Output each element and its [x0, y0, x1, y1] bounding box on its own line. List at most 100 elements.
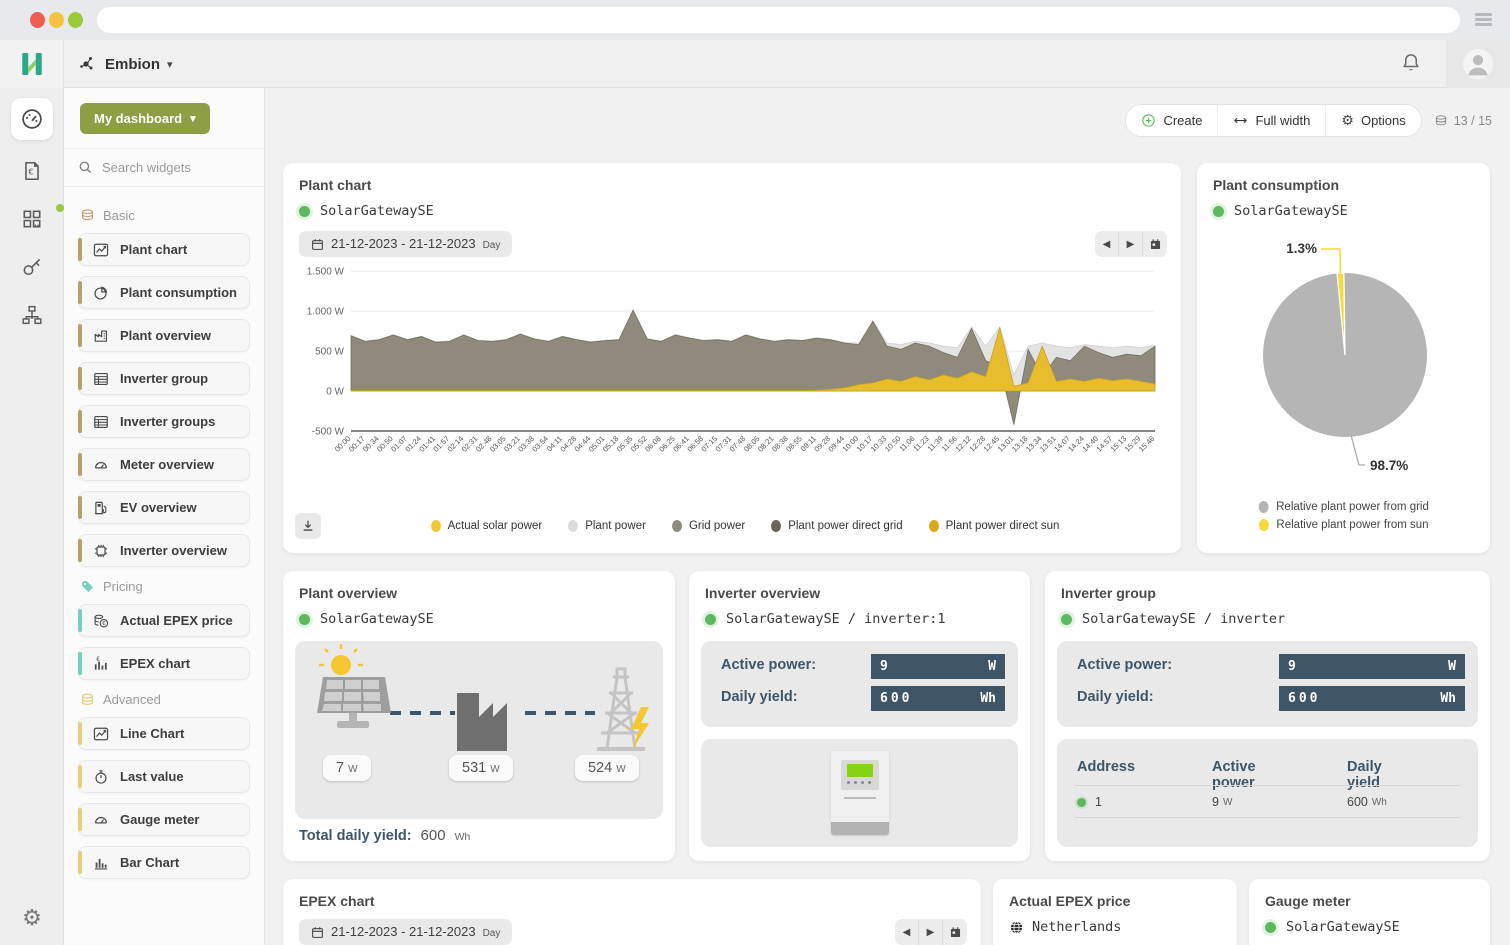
today-button[interactable] — [1143, 231, 1167, 257]
region-name: Netherlands — [1032, 919, 1121, 935]
plus-circle-icon — [1141, 113, 1156, 128]
nav-dashboard[interactable] — [11, 98, 53, 140]
prev-period-button[interactable]: ◀ — [1095, 231, 1119, 257]
chevron-down-icon: ▾ — [190, 112, 196, 125]
legend-actual-solar-power[interactable]: Actual solar power — [431, 520, 543, 532]
legend-plant-power[interactable]: Plant power — [568, 520, 646, 532]
sidebar-item-inverter-group[interactable]: Inverter group — [78, 362, 250, 395]
table-cell-daily-yield: 600Wh — [1347, 795, 1387, 809]
sidebar-item-inverter-overview[interactable]: Inverter overview — [78, 534, 250, 567]
sidebar-item-label: Inverter groups — [120, 414, 215, 429]
item-accent — [78, 238, 82, 261]
nav-topology[interactable] — [11, 294, 53, 336]
next-period-button[interactable]: ▶ — [919, 919, 943, 945]
download-chart-button[interactable] — [295, 513, 321, 539]
actual-epex-price-widget: Actual EPEX price Netherlands — [993, 879, 1237, 945]
widget-search — [64, 148, 264, 187]
address-bar[interactable] — [97, 7, 1460, 33]
chart-date-nav: ◀ ▶ — [1095, 231, 1167, 257]
calendar-icon — [311, 238, 324, 251]
device-name: SolarGatewaySE / inverter — [1082, 611, 1285, 627]
svg-text:€: € — [96, 656, 100, 663]
meter-icon — [93, 812, 109, 828]
gear-icon: ⚙ — [1341, 112, 1354, 129]
app-header: Embion ▾ — [0, 40, 1510, 88]
prev-period-button[interactable]: ◀ — [895, 919, 919, 945]
nav-invoices[interactable]: € — [11, 150, 53, 192]
sidebar-item-inverter-groups[interactable]: Inverter groups — [78, 405, 250, 438]
sidebar-item-plant-overview[interactable]: Plant overview — [78, 319, 250, 352]
legend-grid-power[interactable]: Grid power — [672, 520, 745, 532]
section-header-advanced: Advanced — [80, 692, 248, 707]
full-width-button[interactable]: Full width — [1218, 105, 1326, 136]
svg-text:€: € — [102, 621, 106, 627]
nav-settings[interactable]: ⚙ — [0, 905, 64, 931]
pie-legend-label: Relative plant power from grid — [1276, 501, 1429, 513]
item-accent — [78, 808, 82, 831]
org-switcher[interactable]: Embion ▾ — [78, 40, 173, 88]
energy-flow-panel — [295, 641, 663, 819]
sidebar-item-plant-consumption[interactable]: Plant consumption — [78, 276, 250, 309]
browser-menu-icon[interactable] — [1475, 13, 1492, 28]
sidebar-item-meter-overview[interactable]: Meter overview — [78, 448, 250, 481]
sidebar-item-label: Gauge meter — [120, 812, 199, 827]
sidebar-item-bar-chart[interactable]: Bar Chart — [78, 846, 250, 879]
chart-legend: Actual solar power Plant power Grid power P… — [321, 520, 1169, 532]
options-button[interactable]: ⚙ Options — [1326, 105, 1420, 136]
sidebar-item-actual-epex-price[interactable]: €Actual EPEX price — [78, 604, 250, 637]
line-chart-icon — [93, 726, 109, 742]
next-period-button[interactable]: ▶ — [1119, 231, 1143, 257]
svg-text:500 W: 500 W — [315, 347, 344, 358]
row-status-dot — [1077, 798, 1086, 807]
table-row[interactable]: 1 — [1077, 795, 1102, 809]
nav-access-keys[interactable] — [11, 246, 53, 288]
today-button[interactable] — [943, 919, 967, 945]
sidebar-item-gauge-meter[interactable]: Gauge meter — [78, 803, 250, 836]
sidebar-item-plant-chart[interactable]: Plant chart — [78, 233, 250, 266]
item-accent — [78, 410, 82, 433]
plant-chart-plot[interactable]: 1.500 W1.000 W500 W0 W-500 W00:0000:1700… — [293, 263, 1167, 491]
search-input[interactable] — [102, 160, 242, 175]
legend-plant-power-direct-sun[interactable]: Plant power direct sun — [929, 520, 1060, 532]
epex-chart-widget: EPEX chart 21-12-2023 - 21-12-2023 Day ◀… — [283, 879, 981, 945]
sidebar-item-epex-chart[interactable]: € EPEX chart — [78, 647, 250, 680]
database-icon — [80, 692, 95, 707]
window-close-button[interactable] — [30, 12, 45, 28]
search-icon — [78, 160, 93, 175]
user-menu[interactable] — [1446, 40, 1510, 88]
window-maximize-button[interactable] — [68, 12, 83, 28]
coins-euro-icon: € — [93, 613, 109, 629]
table-icon — [93, 371, 109, 387]
download-icon — [301, 519, 315, 533]
sidebar-item-label: EPEX chart — [120, 656, 190, 671]
consumption-pie-chart[interactable]: 1.3%98.7% — [1197, 229, 1490, 489]
legend-plant-power-direct-grid[interactable]: Plant power direct grid — [771, 520, 902, 532]
dashboard-selector-button[interactable]: My dashboard ▾ — [80, 103, 210, 134]
meter-icon — [93, 812, 109, 828]
sidebar-item-label: EV overview — [120, 500, 197, 515]
content-toolbar: Create Full width ⚙ Options 13 / 15 — [1125, 104, 1492, 137]
line-chart-icon — [93, 726, 109, 742]
group-values-panel: Active power: 9W Daily yield: 600Wh — [1057, 641, 1478, 727]
sidebar-item-label: Inverter overview — [120, 543, 227, 558]
date-range-picker[interactable]: 21-12-2023 - 21-12-2023 Day — [299, 919, 512, 945]
pie-legend-sun: Relative plant power from sun — [1258, 519, 1428, 531]
widget-title: Plant chart — [299, 177, 371, 193]
svg-text:1.000 W: 1.000 W — [307, 307, 345, 318]
sidebar-item-last-value[interactable]: Last value — [78, 760, 250, 793]
nav-widgets[interactable] — [11, 198, 53, 240]
app-logo[interactable] — [0, 40, 64, 88]
item-accent — [78, 496, 82, 519]
sidebar-item-ev-overview[interactable]: EV overview — [78, 491, 250, 524]
bell-icon — [1400, 52, 1422, 74]
euro-bar-chart-icon: € — [93, 656, 109, 672]
notifications-button[interactable] — [1400, 52, 1424, 76]
date-range-picker[interactable]: 21-12-2023 - 21-12-2023 Day — [299, 231, 512, 257]
sidebar-item-line-chart[interactable]: Line Chart — [78, 717, 250, 750]
grid-power-value: 524 W — [575, 755, 639, 781]
widget-title: EPEX chart — [299, 893, 374, 909]
pie-legend-label: Relative plant power from sun — [1276, 519, 1428, 531]
create-button[interactable]: Create — [1126, 105, 1218, 136]
widget-title: Gauge meter — [1265, 893, 1351, 909]
window-minimize-button[interactable] — [49, 12, 64, 28]
